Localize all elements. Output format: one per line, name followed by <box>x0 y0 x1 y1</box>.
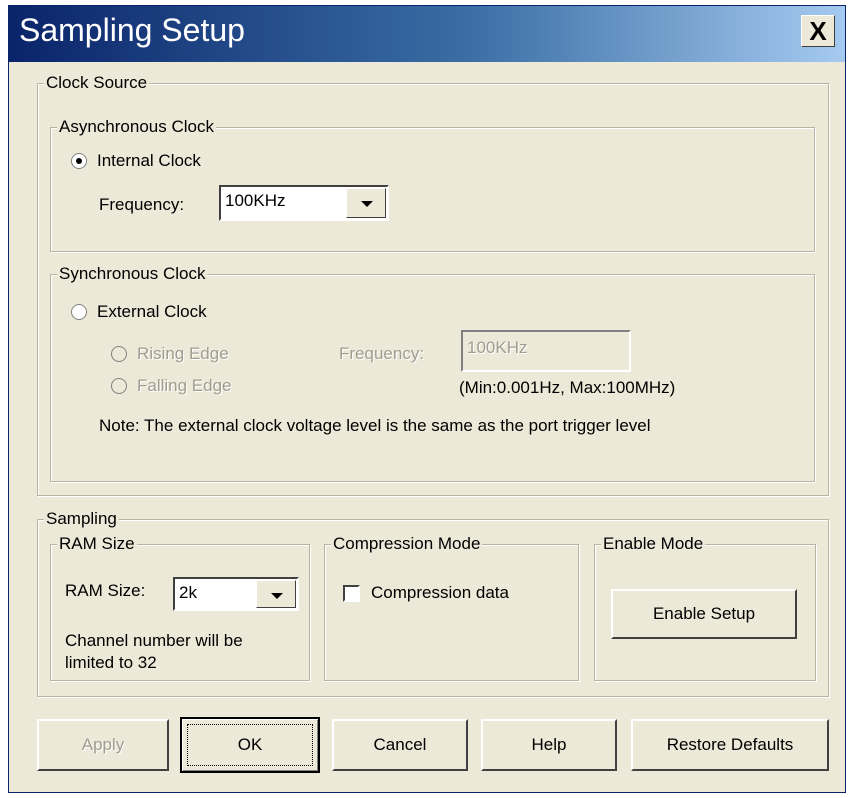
frequency-value: 100KHz <box>225 191 286 210</box>
title-bar: Sampling Setup X <box>9 6 845 62</box>
frequency-range-note: (Min:0.001Hz, Max:100MHz) <box>459 378 676 397</box>
restore-defaults-button[interactable]: Restore Defaults <box>631 719 829 771</box>
external-clock-label: External Clock <box>97 302 207 321</box>
compression-checkbox-label: Compression data <box>371 583 509 602</box>
ram-size-value: 2k <box>179 583 197 602</box>
close-button[interactable]: X <box>801 15 835 47</box>
channel-note-line2: limited to 32 <box>65 653 157 672</box>
focus-ring <box>187 724 313 766</box>
falling-edge-label: Falling Edge <box>137 376 232 395</box>
frequency-label: Frequency: <box>99 195 185 214</box>
sampling-group: Sampling RAM Size RAM Size: 2k Channel n… <box>37 509 829 697</box>
chevron-down-icon[interactable] <box>346 188 386 218</box>
enable-setup-button[interactable]: Enable Setup <box>611 589 797 639</box>
ram-size-label: RAM Size: <box>65 581 146 600</box>
enable-mode-group: Enable Mode Enable Setup <box>594 534 816 681</box>
sync-frequency-input[interactable]: 100KHz <box>461 330 631 372</box>
rising-edge-label: Rising Edge <box>137 344 229 363</box>
external-clock-note: Note: The external clock voltage level i… <box>99 416 651 435</box>
internal-clock-label: Internal Clock <box>97 151 201 170</box>
sampling-legend: Sampling <box>44 509 119 529</box>
sampling-setup-dialog: Sampling Setup X Clock Source Asynchrono… <box>8 5 846 793</box>
clock-source-legend: Clock Source <box>44 73 150 93</box>
enable-mode-legend: Enable Mode <box>601 534 706 554</box>
help-button[interactable]: Help <box>481 719 617 771</box>
clock-source-group: Clock Source Asynchronous Clock Internal… <box>37 73 829 496</box>
sync-frequency-value: 100KHz <box>467 338 528 357</box>
sync-clock-group: Synchronous Clock External Clock Rising … <box>50 264 815 482</box>
sync-frequency-label: Frequency: <box>339 344 425 363</box>
ram-size-group: RAM Size RAM Size: 2k Channel number wil… <box>50 534 310 681</box>
ram-size-legend: RAM Size <box>57 534 137 554</box>
async-clock-legend: Asynchronous Clock <box>57 117 216 137</box>
chevron-down-icon[interactable] <box>256 580 296 608</box>
channel-note-line1: Channel number will be <box>65 631 243 650</box>
sync-clock-legend: Synchronous Clock <box>57 264 208 284</box>
compression-mode-legend: Compression Mode <box>331 534 483 554</box>
apply-button[interactable]: Apply <box>37 719 169 771</box>
compression-checkbox[interactable] <box>343 585 360 602</box>
falling-edge-radio[interactable] <box>111 378 127 394</box>
internal-clock-radio[interactable] <box>71 153 87 169</box>
frequency-dropdown[interactable]: 100KHz <box>219 185 389 221</box>
cancel-button[interactable]: Cancel <box>332 719 468 771</box>
external-clock-radio[interactable] <box>71 304 87 320</box>
compression-mode-group: Compression Mode Compression data <box>324 534 579 681</box>
ram-size-dropdown[interactable]: 2k <box>173 577 299 611</box>
async-clock-group: Asynchronous Clock Internal Clock Freque… <box>50 117 815 252</box>
window-title: Sampling Setup <box>19 12 245 48</box>
ok-button[interactable]: OK <box>180 717 320 773</box>
rising-edge-radio[interactable] <box>111 346 127 362</box>
